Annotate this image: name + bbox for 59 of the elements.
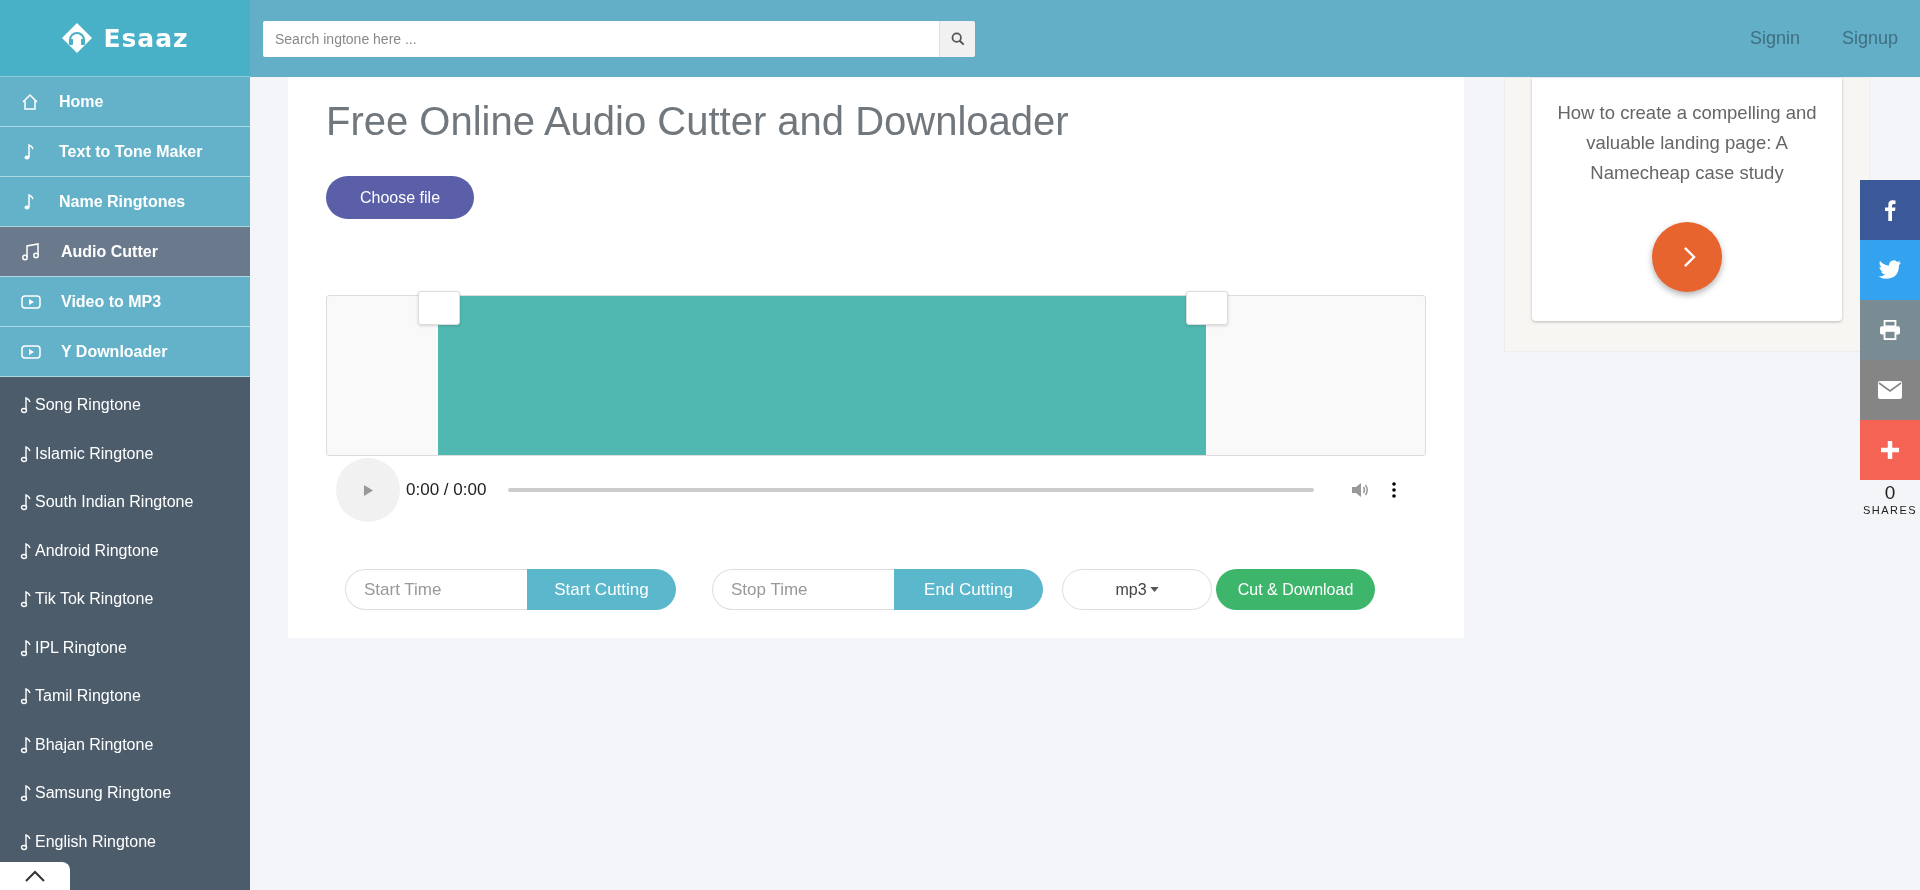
ringtone-category-link[interactable]: Samsung Ringtone xyxy=(0,769,250,818)
video-play-icon xyxy=(21,293,41,310)
print-button[interactable] xyxy=(1860,300,1920,360)
ad-arrow-button[interactable] xyxy=(1652,222,1722,292)
video-play-icon xyxy=(21,343,41,360)
headphones-logo-icon xyxy=(61,22,94,54)
trim-handle[interactable] xyxy=(418,291,460,325)
ringtone-category-link[interactable]: Tik Tok Ringtone xyxy=(0,575,250,624)
music-notes-icon xyxy=(21,242,41,261)
search-field[interactable]: Search ingtone here ... xyxy=(263,20,939,57)
ringtone-category-link[interactable]: Android Ringtone xyxy=(0,526,250,575)
music-note-icon xyxy=(20,638,32,657)
facebook-share-button[interactable] xyxy=(1860,180,1920,240)
music-note-icon xyxy=(20,784,32,803)
more-options-icon[interactable] xyxy=(1392,482,1396,498)
play-icon xyxy=(362,483,374,497)
ringtone-category-link[interactable]: Islamic Ringtone xyxy=(0,429,250,478)
music-note-icon xyxy=(20,444,32,463)
choose-file-button[interactable]: Choose file xyxy=(326,176,475,219)
chevron-right-icon xyxy=(1682,246,1696,268)
scroll-to-top-button[interactable] xyxy=(0,862,70,890)
playback-time: 0:00 / 0:00 xyxy=(406,480,487,500)
trim-handle[interactable] xyxy=(1186,291,1228,325)
home-icon xyxy=(21,92,39,111)
search-button[interactable] xyxy=(939,20,975,57)
music-note-icon xyxy=(20,590,32,609)
brand-name: Esaaz xyxy=(103,23,189,53)
shares-label: SHARES xyxy=(1862,504,1918,516)
page-title: Free Online Audio Cutter and Downloader xyxy=(326,99,1070,144)
ringtone-category-link[interactable]: Tamil Ringtone xyxy=(0,672,250,721)
volume-icon[interactable] xyxy=(1350,481,1370,499)
progress-track[interactable] xyxy=(508,488,1314,492)
ringtone-category-link[interactable]: IPL Ringtone xyxy=(0,623,250,672)
ringtone-category-link[interactable]: Bhajan Ringtone xyxy=(0,720,250,769)
music-note-icon xyxy=(20,541,32,560)
facebook-icon xyxy=(1884,199,1896,221)
caret-icon xyxy=(1149,587,1159,592)
bird-icon xyxy=(1878,260,1902,280)
chevron-up-icon xyxy=(24,870,46,882)
envelope-icon xyxy=(1878,381,1902,399)
music-note-icon xyxy=(20,493,32,512)
share-count: 0 xyxy=(1884,482,1896,504)
sidebar-menu-item[interactable]: Audio Cutter xyxy=(0,227,250,277)
ringtone-category-link[interactable]: South Indian Ringtone xyxy=(0,478,250,527)
start-time-field[interactable]: Start Time xyxy=(345,569,527,610)
music-note-icon xyxy=(20,396,32,415)
ringtone-category-link[interactable]: Song Ringtone xyxy=(0,381,250,430)
email-share-button[interactable] xyxy=(1860,360,1920,420)
more-share-button[interactable] xyxy=(1860,420,1920,480)
music-note-icon xyxy=(20,687,32,706)
ad-text: How to create a compelling and valuable landing page: A Namecheap case study xyxy=(1556,101,1818,185)
music-note-icon xyxy=(20,735,32,754)
ringtone-category-link[interactable]: English Ringtone xyxy=(0,817,250,866)
printer-icon xyxy=(1879,320,1901,340)
plus-icon xyxy=(1880,440,1900,460)
stop-time-field[interactable]: Stop Time xyxy=(712,569,894,610)
music-note-icon xyxy=(20,832,32,851)
format-dropdown[interactable]: mp3 xyxy=(1062,569,1212,610)
search-icon xyxy=(950,31,965,46)
